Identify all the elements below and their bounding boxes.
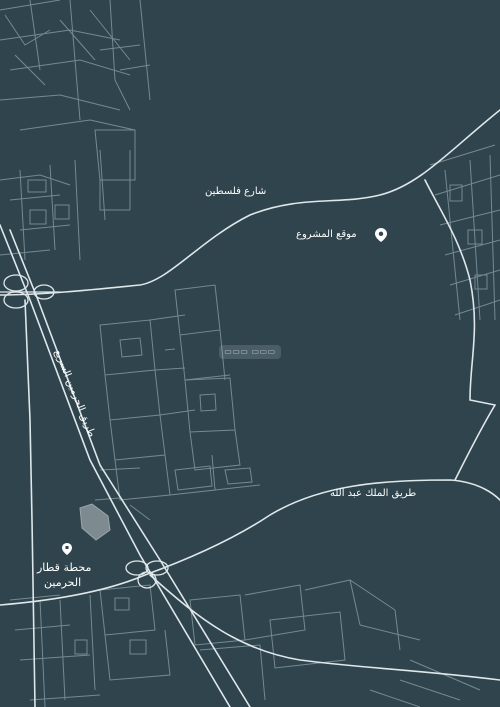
- station-label-line1: محطة قطار: [37, 561, 92, 574]
- location-pin-icon[interactable]: [375, 228, 387, 242]
- haramain-service-road: [24, 299, 36, 707]
- eastern-road-line: [424, 179, 497, 481]
- watermark-logo: ▭▭▭ ▭▭▭: [219, 345, 281, 359]
- station-label-line2: الحرمين: [44, 576, 82, 589]
- palestine-street-line: [0, 109, 500, 296]
- train-station-icon[interactable]: [62, 543, 72, 555]
- map-canvas[interactable]: شارع فلسطين موقع المشروع طريق الحرمين ال…: [0, 0, 500, 707]
- palestine-street-label: شارع فلسطين: [205, 186, 267, 197]
- king-abdullah-road-label: طريق الملك عبد الله: [330, 488, 417, 499]
- bottom-road-line: [149, 574, 500, 681]
- project-location-label: موقع المشروع: [296, 229, 357, 240]
- train-station-area: [79, 503, 111, 541]
